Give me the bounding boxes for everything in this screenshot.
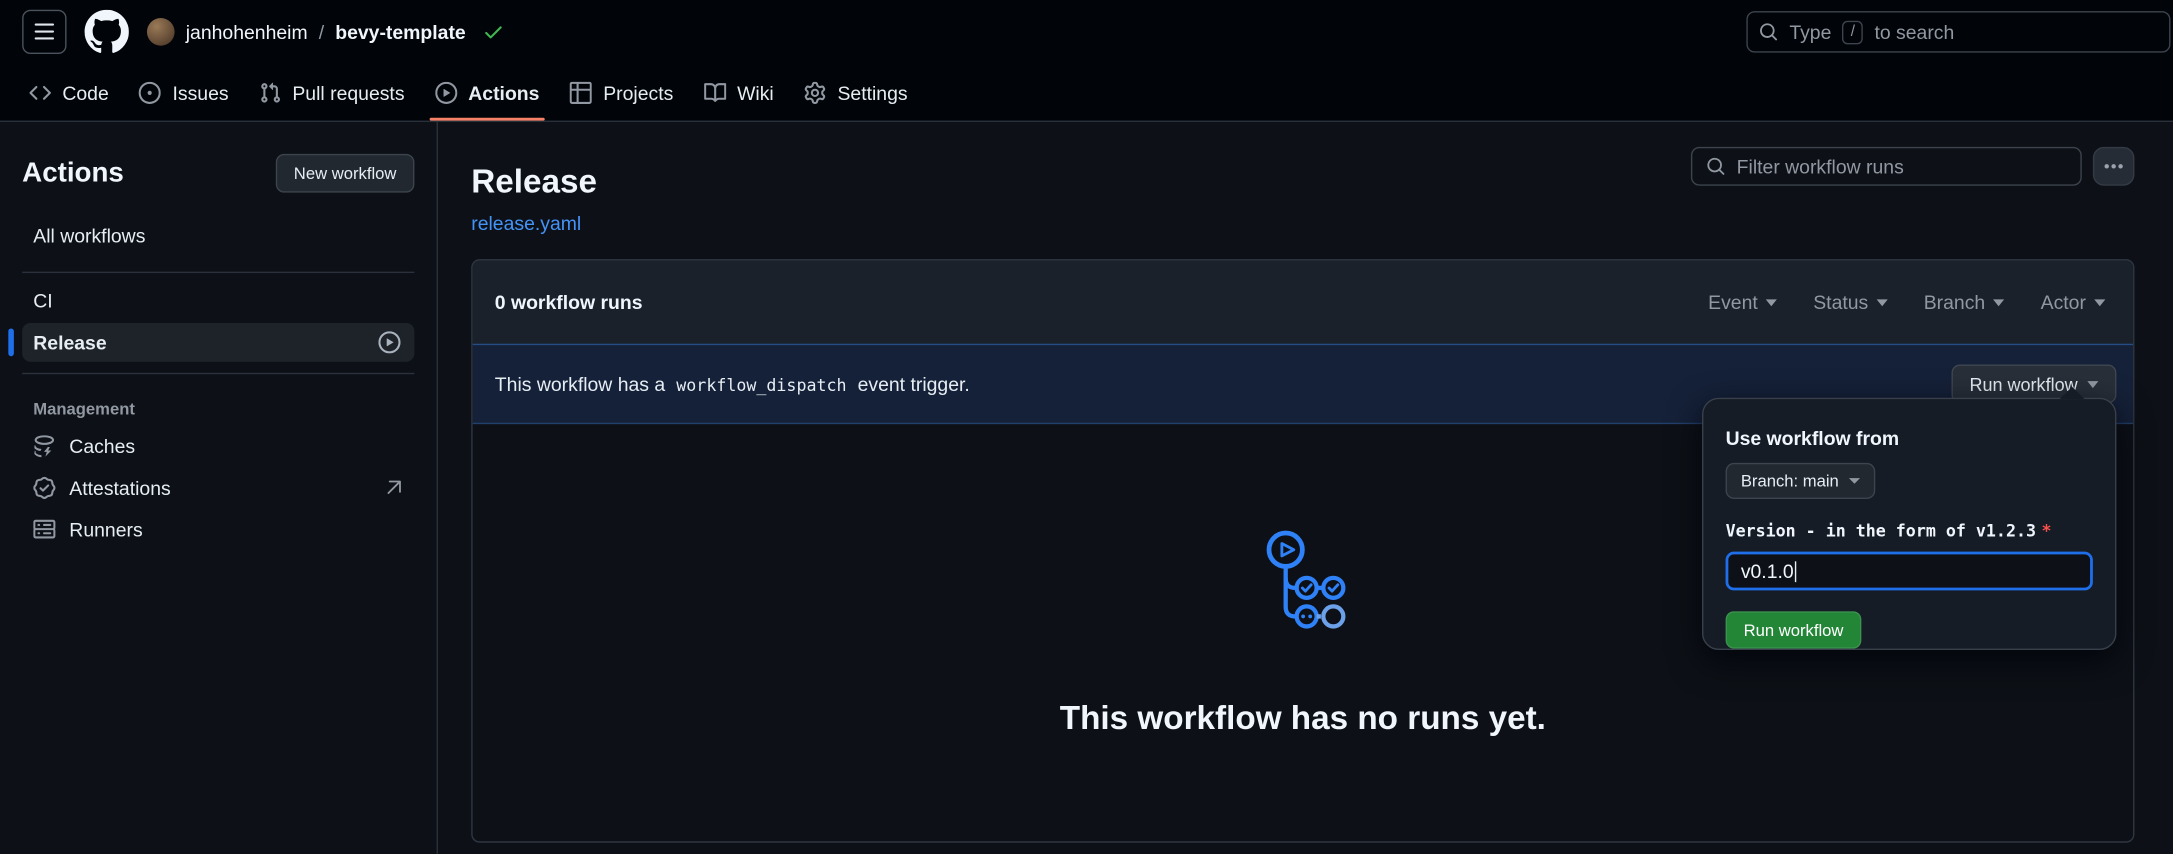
book-icon — [704, 81, 726, 103]
hamburger-icon — [33, 21, 55, 43]
runs-count: 0 workflow runs — [495, 291, 643, 313]
search-icon — [1759, 22, 1778, 41]
verified-badge-icon — [33, 477, 55, 499]
event-filter-dropdown[interactable]: Event — [1708, 291, 1777, 313]
sidebar-header: Actions New workflow — [22, 152, 414, 194]
page-title: Release — [471, 164, 597, 203]
git-pull-request-icon — [259, 81, 281, 103]
tab-label: Actions — [468, 81, 539, 103]
owner-avatar[interactable] — [147, 18, 175, 46]
github-logo-icon[interactable] — [85, 10, 129, 54]
kebab-horizontal-icon — [2103, 155, 2125, 177]
main-header: Release release.yaml — [471, 147, 2134, 237]
tab-label: Issues — [173, 81, 229, 103]
repo-nav-tabs: Code Issues Pull requests Actions Projec… — [0, 64, 2173, 121]
popover-heading: Use workflow from — [1726, 427, 2093, 449]
search-placeholder-prefix: Type — [1789, 21, 1831, 43]
runs-filters: Event Status Branch Actor — [1708, 291, 2105, 313]
filter-workflow-runs-input[interactable] — [1691, 147, 2082, 186]
chevron-down-icon — [1849, 478, 1860, 484]
actor-filter-dropdown[interactable]: Actor — [2041, 291, 2106, 313]
tab-pull-requests[interactable]: Pull requests — [248, 64, 416, 121]
sidebar-item-label: Attestations — [69, 477, 170, 499]
banner-text: This workflow has a workflow_dispatch ev… — [495, 373, 970, 395]
text-cursor — [1795, 561, 1796, 582]
commit-status-check-icon[interactable] — [482, 21, 504, 43]
chevron-down-icon — [1994, 299, 2005, 306]
actions-sidebar: Actions New workflow All workflows CI Re… — [0, 122, 438, 854]
table-icon — [570, 81, 592, 103]
sidebar-item-caches[interactable]: Caches — [22, 427, 414, 466]
sidebar-item-runners[interactable]: Runners — [22, 510, 414, 549]
tab-label: Pull requests — [292, 81, 404, 103]
tab-projects[interactable]: Projects — [559, 64, 685, 121]
new-workflow-button[interactable]: New workflow — [276, 154, 415, 193]
sidebar-item-label: Release — [33, 331, 106, 353]
version-input[interactable]: v0.1.0 — [1726, 552, 2093, 591]
version-input-value: v0.1.0 — [1741, 560, 1794, 582]
global-nav-menu-button[interactable] — [22, 10, 66, 54]
github-actions-page: janhohenheim / bevy-template Type / to s… — [0, 0, 2173, 854]
cache-database-icon — [33, 435, 55, 457]
workflow-options-kebab-button[interactable] — [2093, 147, 2135, 186]
empty-state-title: This workflow has no runs yet. — [473, 700, 2133, 739]
management-section-title: Management — [33, 399, 403, 418]
filter-input-field[interactable] — [1737, 155, 2067, 177]
chevron-down-icon — [1877, 299, 1888, 306]
code-icon — [29, 81, 51, 103]
workflow-graph-icon — [1257, 527, 1348, 638]
tab-code[interactable]: Code — [18, 64, 120, 121]
required-marker: * — [2042, 521, 2052, 540]
tab-issues[interactable]: Issues — [128, 64, 240, 121]
branch-filter-dropdown[interactable]: Branch — [1924, 291, 2005, 313]
global-header: janhohenheim / bevy-template Type / to s… — [0, 0, 2173, 122]
sidebar-item-ci[interactable]: CI — [22, 281, 414, 320]
breadcrumb: janhohenheim / bevy-template — [147, 18, 505, 46]
tab-label: Wiki — [737, 81, 774, 103]
play-icon — [435, 81, 457, 103]
breadcrumb-separator: / — [319, 21, 324, 43]
sidebar-title: Actions — [22, 157, 124, 189]
search-icon — [1706, 157, 1725, 176]
sidebar-divider — [22, 272, 414, 273]
tab-settings[interactable]: Settings — [793, 64, 919, 121]
version-input-label: Version - in the form of v1.2.3* — [1726, 521, 2093, 540]
issue-opened-icon — [139, 81, 161, 103]
selected-indicator-bar — [8, 328, 14, 356]
tab-label: Settings — [837, 81, 907, 103]
workflow-dispatch-play-icon — [378, 331, 400, 353]
search-placeholder-suffix: to search — [1874, 21, 1954, 43]
runs-list-header: 0 workflow runs Event Status Branch Acto… — [473, 261, 2133, 344]
chevron-down-icon — [2094, 299, 2105, 306]
tab-wiki[interactable]: Wiki — [693, 64, 785, 121]
slash-keycap: / — [1842, 20, 1863, 44]
branch-selector-button[interactable]: Branch: main — [1726, 463, 1875, 499]
chevron-down-icon — [2087, 380, 2098, 387]
breadcrumb-owner-link[interactable]: janhohenheim — [186, 21, 308, 43]
tab-label: Code — [62, 81, 108, 103]
sidebar-item-attestations[interactable]: Attestations — [22, 468, 414, 507]
chevron-down-icon — [1766, 299, 1777, 306]
sidebar-divider — [22, 373, 414, 374]
breadcrumb-repo-link[interactable]: bevy-template — [335, 21, 466, 43]
workflow-dispatch-code: workflow_dispatch — [672, 376, 851, 395]
topbar: janhohenheim / bevy-template Type / to s… — [0, 0, 2173, 64]
run-workflow-submit-button[interactable]: Run workflow — [1726, 611, 1862, 648]
global-search-input[interactable]: Type / to search — [1746, 11, 2170, 53]
tab-label: Projects — [603, 81, 673, 103]
sidebar-item-all-workflows[interactable]: All workflows — [22, 216, 414, 255]
workflow-file-link[interactable]: release.yaml — [471, 212, 581, 234]
run-workflow-popover: Use workflow from Branch: main Version -… — [1702, 398, 2116, 650]
status-filter-dropdown[interactable]: Status — [1813, 291, 1887, 313]
external-link-arrow-icon — [384, 478, 403, 497]
sidebar-item-label: Runners — [69, 518, 142, 540]
gear-icon — [804, 81, 826, 103]
server-icon — [33, 518, 55, 540]
tab-actions[interactable]: Actions — [424, 64, 551, 121]
sidebar-item-label: Caches — [69, 435, 135, 457]
sidebar-item-release[interactable]: Release — [22, 323, 414, 362]
